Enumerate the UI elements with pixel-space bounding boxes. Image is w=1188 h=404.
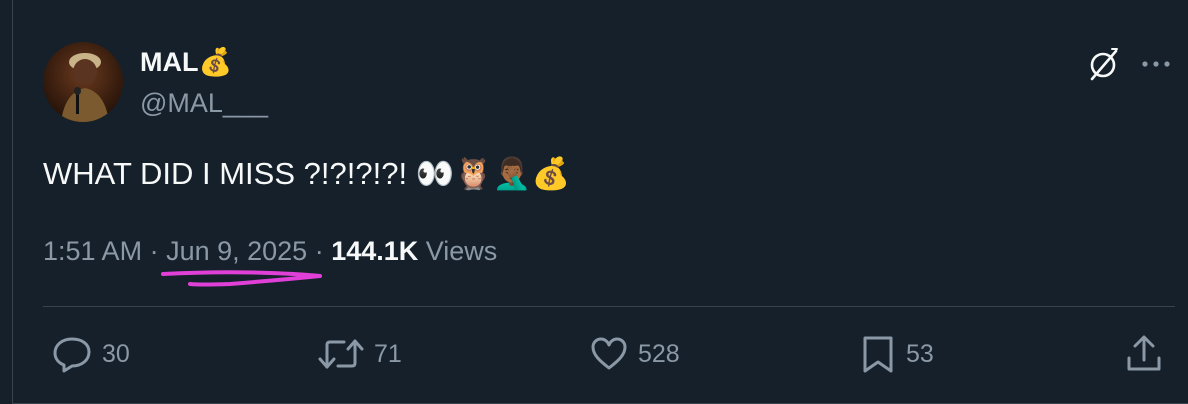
- bookmark-button[interactable]: 53: [860, 334, 934, 374]
- handwritten-underline: [161, 270, 322, 287]
- tweet-date[interactable]: Jun 9, 2025: [166, 236, 307, 266]
- author-handle[interactable]: @MAL___: [140, 86, 268, 120]
- grok-icon: [1090, 48, 1118, 81]
- share-button[interactable]: [1124, 334, 1164, 374]
- views-count: 144.1K: [331, 236, 419, 266]
- more-icon: [1142, 61, 1170, 67]
- retweet-icon: [318, 339, 364, 369]
- more-options-button[interactable]: [1138, 44, 1174, 84]
- like-count: 528: [638, 339, 680, 368]
- retweet-button[interactable]: 71: [318, 334, 402, 374]
- reply-icon: [53, 337, 91, 373]
- meta-separator: ·: [142, 236, 167, 266]
- bookmark-count: 53: [906, 339, 934, 368]
- heart-icon: [591, 337, 627, 370]
- tweet-time[interactable]: 1:51 AM: [43, 236, 142, 266]
- grok-button[interactable]: [1086, 44, 1122, 84]
- reply-count: 30: [102, 339, 130, 368]
- author-display-name[interactable]: MAL💰: [140, 44, 232, 80]
- share-icon: [1127, 335, 1161, 371]
- tweet-meta: 1:51 AM · Jun 9, 2025 · 144.1K Views: [43, 231, 497, 271]
- column-border: [12, 0, 13, 404]
- reply-button[interactable]: 30: [52, 334, 130, 374]
- views-label: Views: [418, 236, 498, 266]
- tweet-text: WHAT DID I MISS ?!?!?!?! 👀🦉🤦🏾‍♂️💰: [43, 156, 571, 191]
- retweet-count: 71: [374, 339, 402, 368]
- divider: [43, 306, 1175, 307]
- like-button[interactable]: 528: [590, 334, 680, 374]
- bookmark-icon: [863, 336, 893, 373]
- avatar[interactable]: [43, 42, 123, 122]
- avatar-image: [43, 42, 123, 122]
- meta-separator: ·: [307, 236, 332, 266]
